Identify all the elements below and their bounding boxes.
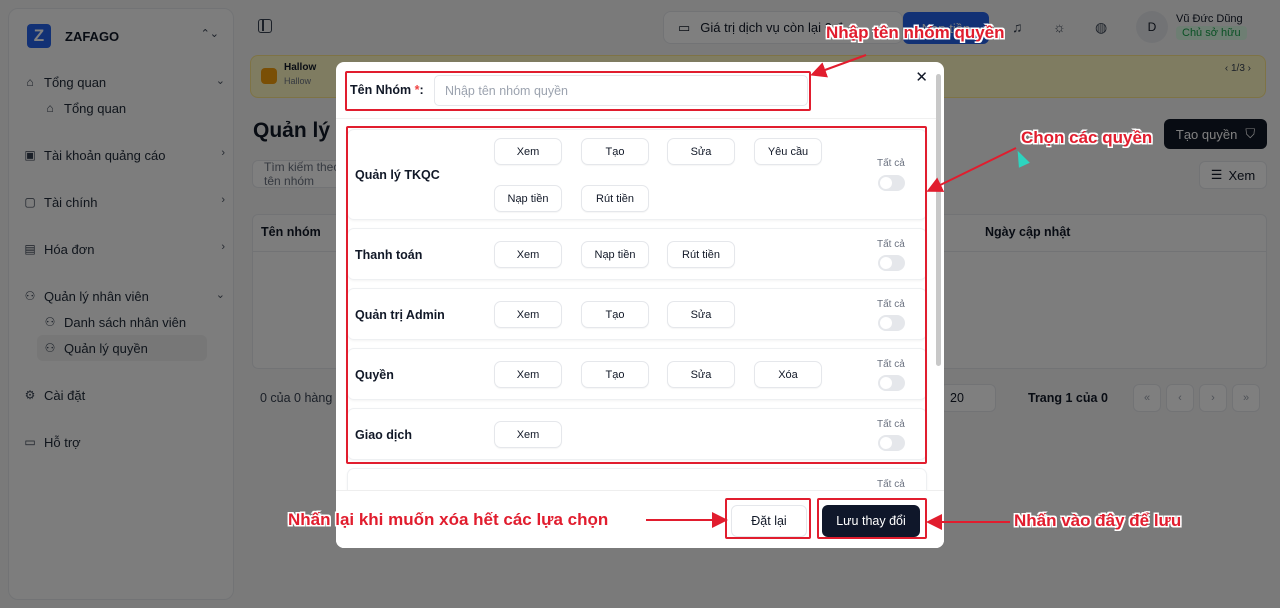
annotation-reset-note: Nhấn lại khi muốn xóa hết các lựa chọn bbox=[288, 510, 609, 529]
annotation-save-note: Nhấn vào đây để lưu bbox=[1014, 511, 1182, 530]
annotation-name-note: Nhập tên nhóm quyền bbox=[826, 23, 1005, 42]
annotation-permissions-note: Chọn các quyền bbox=[1021, 128, 1153, 147]
